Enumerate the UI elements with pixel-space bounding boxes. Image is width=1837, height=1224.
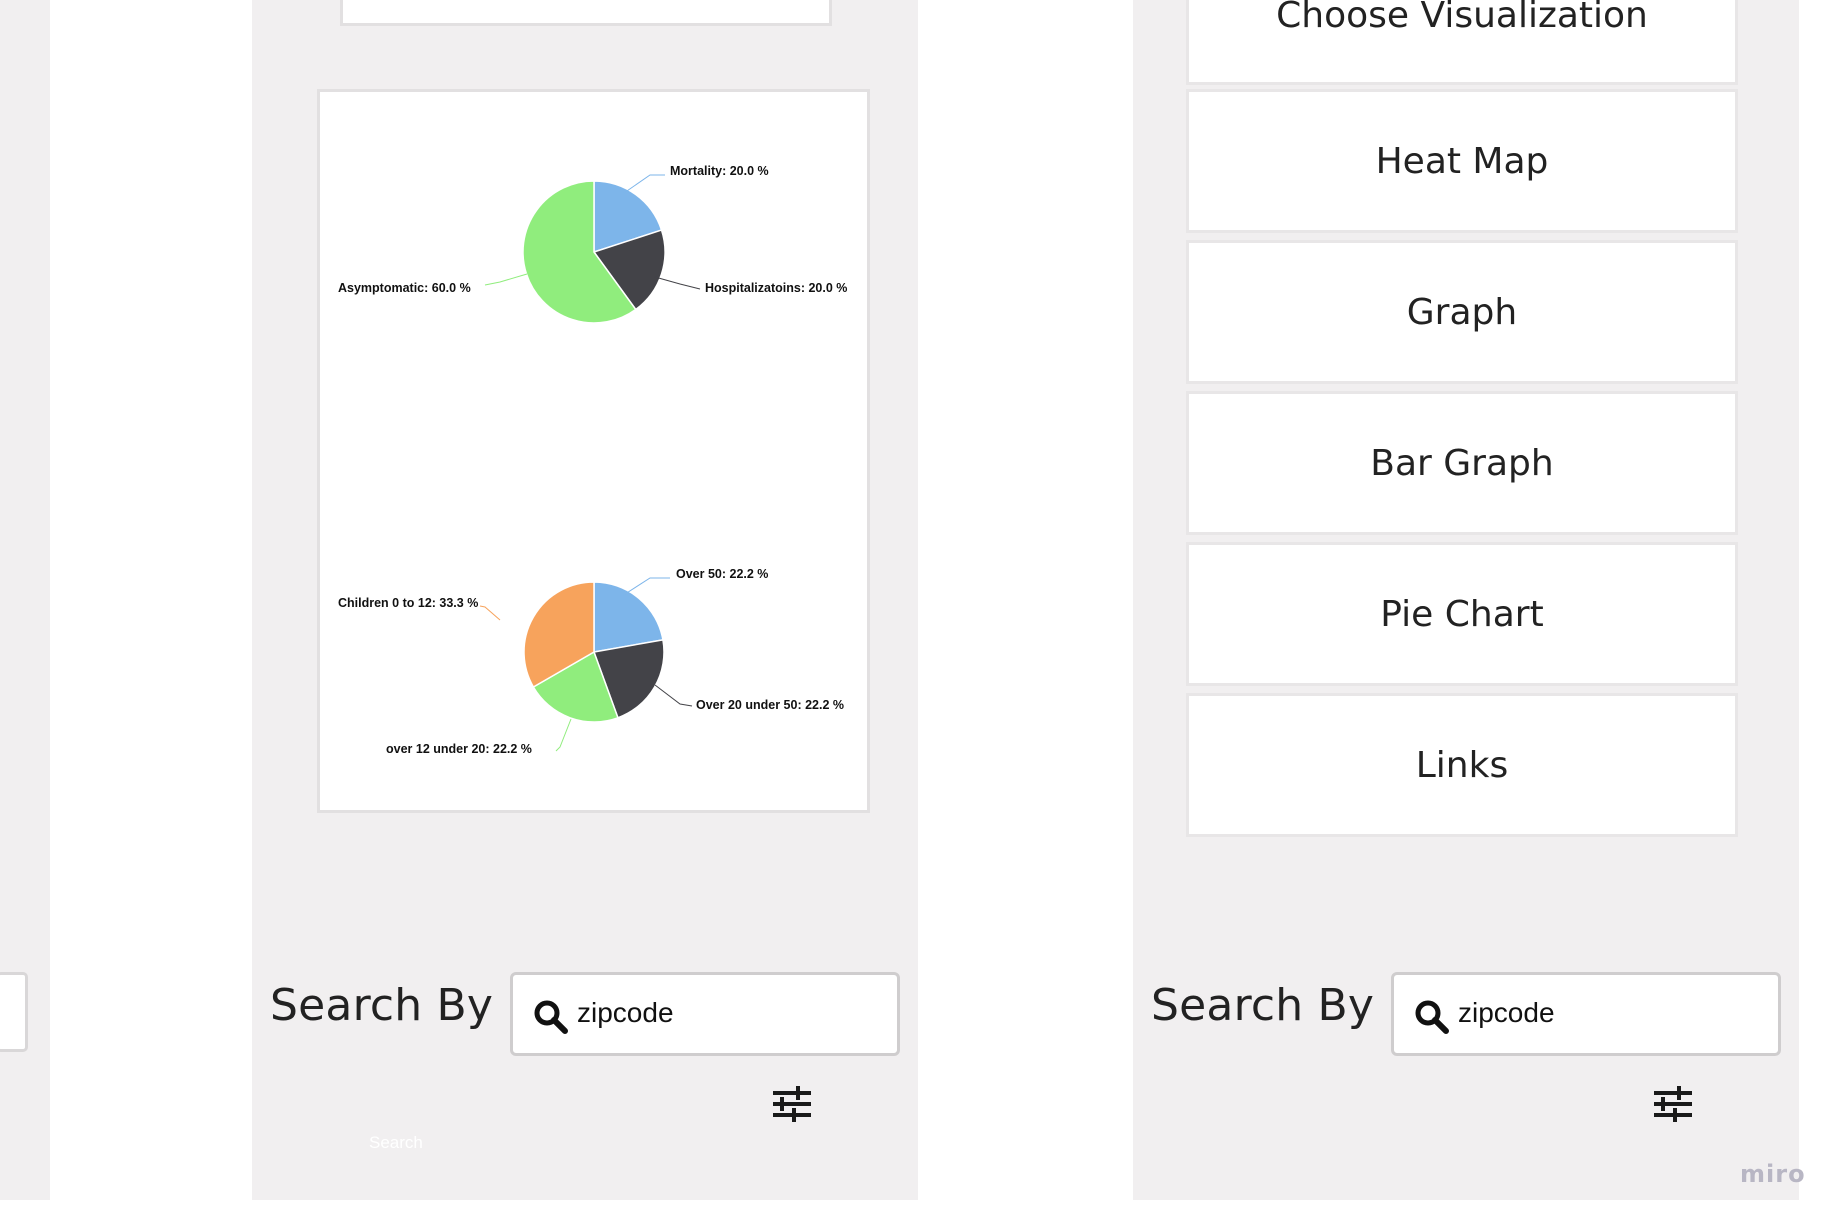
menu-item-label: Heat Map [1375,140,1549,182]
pie-charts-svg: Mortality: 20.0 % Hospitalizatoins: 20.0 … [338,164,847,756]
pie-data-label: over 12 under 20: 22.2 % [386,742,532,756]
search-input[interactable]: zipcode [510,972,900,1056]
pie-connector-line [654,276,701,290]
top-container [340,0,832,26]
menu-item-pie-chart[interactable]: Pie Chart [1186,542,1738,686]
search-input-value: zipcode [1458,997,1555,1028]
pie-connector-line [555,718,572,752]
menu-item-label: Links [1415,744,1509,786]
left-edge-panel [0,0,50,1200]
menu-item-bar-graph[interactable]: Bar Graph [1186,391,1738,535]
pie-connector-line [484,273,528,286]
partial-search-input[interactable] [0,972,28,1052]
pie-chart-card: Mortality: 20.0 % Hospitalizatoins: 20.0 … [317,89,870,813]
filter-sliders-icon[interactable] [1652,1085,1694,1123]
menu-item-graph[interactable]: Graph [1186,240,1738,384]
pie-data-label: Asymptomatic: 60.0 % [338,281,471,295]
menu-item-links[interactable]: Links [1186,693,1738,837]
search-icon [534,1000,568,1034]
pie-data-label: Over 20 under 50: 22.2 % [696,698,844,712]
search-by-label: Search By [1151,980,1375,1031]
filter-sliders-icon[interactable] [771,1085,813,1123]
pie-connector-line [479,605,501,621]
board-canvas: Mortality: 20.0 % Hospitalizatoins: 20.0 … [0,0,1837,1224]
choose-visualization-screen: Choose Visualization Heat Map Graph Bar … [1133,0,1799,1200]
search-icon [1415,1000,1449,1034]
pie-connector-line [654,684,693,707]
choose-visualization-header: Choose Visualization [1186,0,1738,85]
search-input[interactable]: zipcode [1391,972,1781,1056]
pie-data-label: Hospitalizatoins: 20.0 % [705,281,847,295]
pie-data-label: Over 50: 22.2 % [676,567,768,581]
choose-visualization-title: Choose Visualization [1276,0,1648,36]
pie-chart-2: Over 50: 22.2 % Over 20 under 50: 22.2 % o… [338,567,844,756]
search-by-label: Search By [270,980,494,1031]
search-button[interactable]: Search [369,1133,423,1153]
menu-item-heat-map[interactable]: Heat Map [1186,89,1738,233]
menu-item-label: Pie Chart [1380,593,1544,635]
pie-chart-screen: Mortality: 20.0 % Hospitalizatoins: 20.0 … [252,0,918,1200]
menu-item-label: Graph [1406,291,1518,333]
search-input-value: zipcode [577,997,674,1028]
menu-item-label: Bar Graph [1370,442,1554,484]
pie-chart-1: Mortality: 20.0 % Hospitalizatoins: 20.0 … [338,164,847,324]
pie-data-label: Mortality: 20.0 % [670,164,769,178]
miro-watermark: miro [1740,1160,1806,1188]
pie-data-label: Children 0 to 12: 33.3 % [338,596,478,610]
